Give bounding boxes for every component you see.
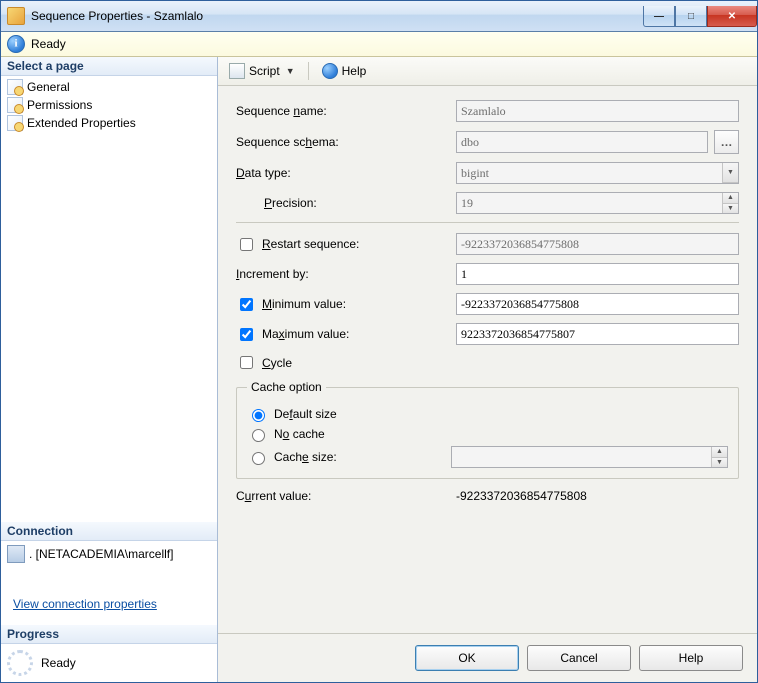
progress-status: Ready — [41, 656, 76, 670]
toolbar: Script ▼ Help — [218, 57, 757, 86]
progress-body: Ready — [1, 644, 217, 682]
infobar: Ready — [1, 32, 757, 57]
select-page-header: Select a page — [1, 57, 217, 76]
current-value-label: Current value: — [236, 489, 456, 503]
min-checkbox[interactable] — [240, 298, 253, 311]
cycle-checkbox[interactable] — [240, 356, 253, 369]
window-root: Sequence Properties - Szamlalo — □ ✕ Rea… — [0, 0, 758, 683]
toolbar-separator — [308, 62, 309, 80]
max-label: Maximum value: — [236, 325, 456, 344]
script-label: Script — [249, 64, 280, 78]
cache-no-label: No cache — [274, 427, 325, 441]
spin-down-icon: ▼ — [711, 458, 727, 468]
sequence-name-input — [456, 100, 739, 122]
view-connection-properties-link[interactable]: View connection properties — [7, 597, 163, 611]
cache-size-input — [451, 446, 728, 468]
page-label: Permissions — [27, 98, 92, 112]
data-type-label: Data type: — [236, 166, 456, 180]
help-button[interactable]: Help — [317, 60, 372, 82]
data-type-select — [456, 162, 739, 184]
restart-checkbox[interactable] — [240, 238, 253, 251]
cycle-label: Cycle — [236, 353, 456, 372]
current-value: -9223372036854775808 — [456, 489, 587, 503]
sequence-schema-input — [456, 131, 708, 153]
infobar-status: Ready — [31, 37, 66, 51]
ok-button[interactable]: OK — [415, 645, 519, 671]
connection-row: . [NETACADEMIA\marcellf] — [7, 545, 211, 563]
connection-header: Connection — [1, 522, 217, 541]
page-label: Extended Properties — [27, 116, 136, 130]
sequence-name-label: Sequence name: — [236, 104, 456, 118]
script-button[interactable]: Script ▼ — [224, 60, 300, 82]
precision-input — [456, 192, 739, 214]
page-icon — [7, 97, 23, 113]
page-label: General — [27, 80, 70, 94]
cache-default-radio[interactable] — [252, 409, 265, 422]
help-icon — [322, 63, 338, 79]
cache-legend: Cache option — [247, 380, 326, 394]
button-bar: OK Cancel Help — [218, 633, 757, 682]
max-input[interactable] — [456, 323, 739, 345]
maximize-button[interactable]: □ — [675, 6, 707, 27]
cache-size-label: Cache size: — [274, 450, 337, 464]
app-icon — [7, 7, 25, 25]
help-button[interactable]: Help — [639, 645, 743, 671]
body: Select a page General Permissions Extend… — [1, 57, 757, 682]
connection-value: . [NETACADEMIA\marcellf] — [29, 547, 173, 561]
connection-body: . [NETACADEMIA\marcellf] View connection… — [1, 541, 217, 625]
restart-input — [456, 233, 739, 255]
page-item-general[interactable]: General — [1, 78, 217, 96]
page-icon — [7, 115, 23, 131]
page-item-permissions[interactable]: Permissions — [1, 96, 217, 114]
form-area: Sequence name: Sequence schema: … — [218, 86, 757, 633]
window-controls: — □ ✕ — [643, 6, 757, 26]
min-input[interactable] — [456, 293, 739, 315]
schema-browse-button[interactable]: … — [714, 130, 739, 154]
precision-label: Precision: — [236, 196, 456, 210]
close-icon: ✕ — [728, 11, 736, 22]
server-icon — [7, 545, 25, 563]
spin-up-icon: ▲ — [711, 447, 727, 458]
right-panel: Script ▼ Help Sequence name: — [218, 57, 757, 682]
maximize-icon: □ — [688, 11, 694, 22]
titlebar[interactable]: Sequence Properties - Szamlalo — □ ✕ — [1, 1, 757, 32]
spin-up-icon: ▲ — [722, 193, 738, 204]
left-panel: Select a page General Permissions Extend… — [1, 57, 218, 682]
progress-spinner-icon — [7, 650, 33, 676]
cancel-button[interactable]: Cancel — [527, 645, 631, 671]
min-label: Minimum value: — [236, 295, 456, 314]
page-list: General Permissions Extended Properties — [1, 76, 217, 134]
spin-down-icon: ▼ — [722, 204, 738, 214]
cache-default-label: Default size — [274, 407, 337, 421]
progress-header: Progress — [1, 625, 217, 644]
cache-option-group: Cache option Default size No cache — [236, 380, 739, 479]
help-label: Help — [342, 64, 367, 78]
chevron-down-icon: ▼ — [286, 66, 295, 76]
increment-label: Increment by: — [236, 267, 456, 281]
script-icon — [229, 63, 245, 79]
cache-no-radio[interactable] — [252, 429, 265, 442]
info-icon — [7, 35, 25, 53]
sequence-schema-label: Sequence schema: — [236, 135, 456, 149]
restart-label: Restart sequence: — [236, 235, 456, 254]
page-item-extended-properties[interactable]: Extended Properties — [1, 114, 217, 132]
cache-size-radio[interactable] — [252, 452, 265, 465]
minimize-button[interactable]: — — [643, 6, 675, 27]
minimize-icon: — — [654, 11, 664, 22]
divider — [236, 222, 739, 223]
chevron-down-icon: ▼ — [722, 163, 738, 183]
window-title: Sequence Properties - Szamlalo — [31, 9, 643, 23]
close-button[interactable]: ✕ — [707, 6, 757, 27]
max-checkbox[interactable] — [240, 328, 253, 341]
increment-input[interactable] — [456, 263, 739, 285]
page-icon — [7, 79, 23, 95]
